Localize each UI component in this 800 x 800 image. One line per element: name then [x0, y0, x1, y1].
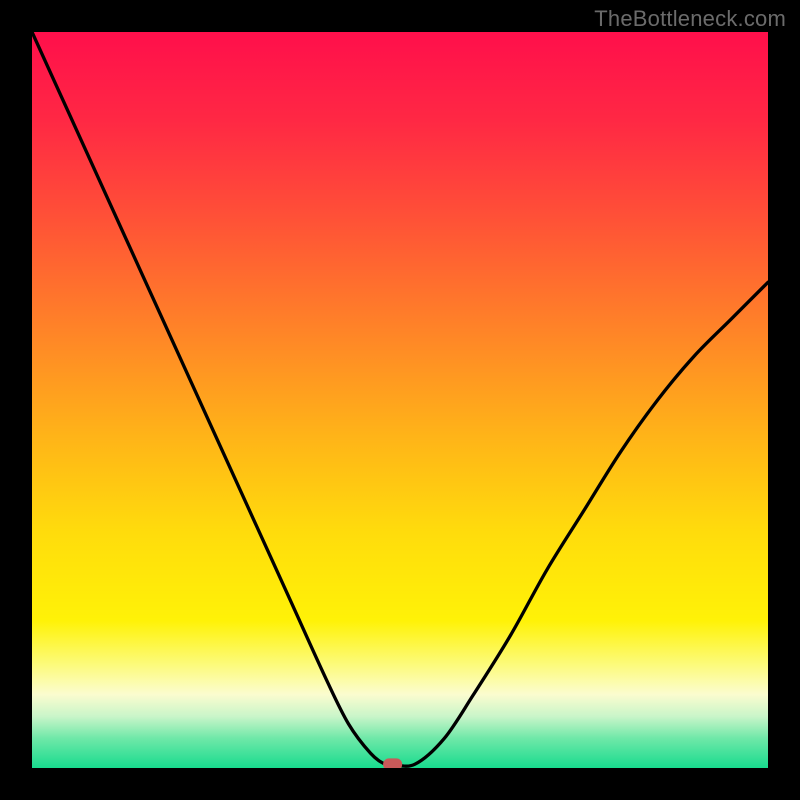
chart-frame: TheBottleneck.com	[0, 0, 800, 800]
curve-layer	[32, 32, 768, 768]
optimum-marker	[383, 758, 402, 768]
watermark-text: TheBottleneck.com	[594, 6, 786, 32]
bottleneck-curve	[32, 32, 768, 766]
plot-area	[32, 32, 768, 768]
